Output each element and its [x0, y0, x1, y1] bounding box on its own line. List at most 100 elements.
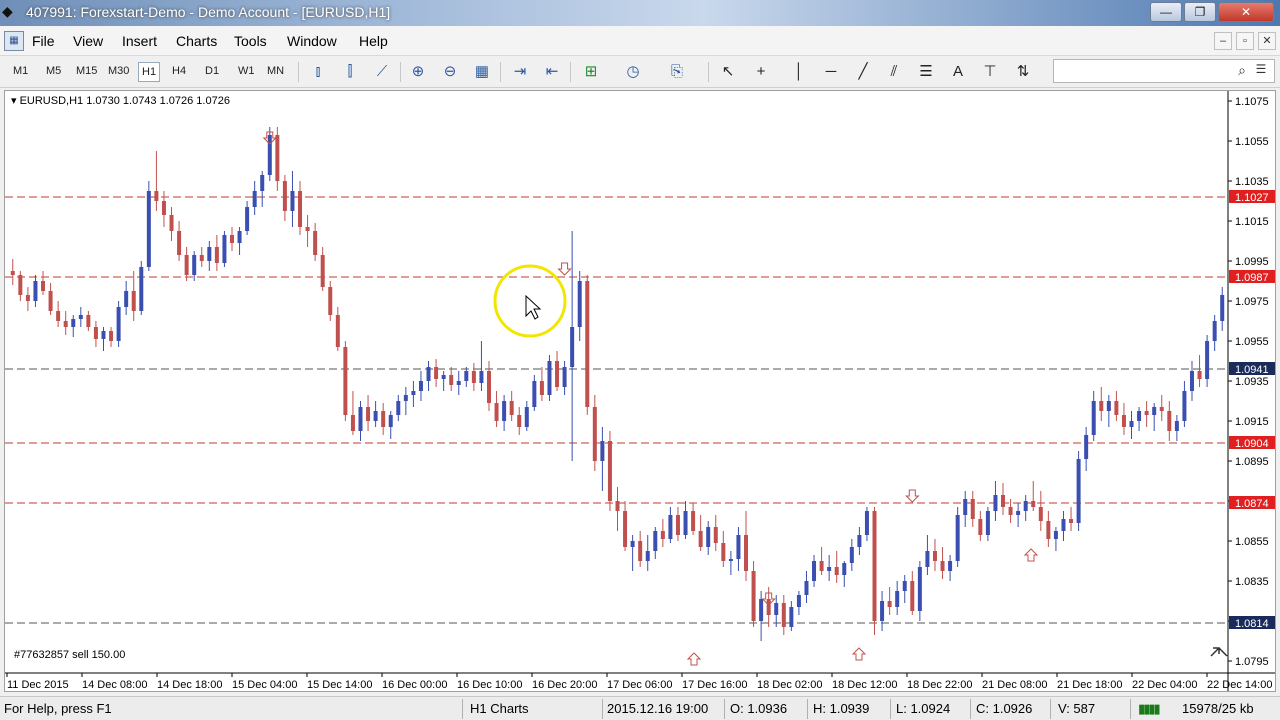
- candle-body: [985, 511, 990, 535]
- menu-tools[interactable]: Tools: [234, 33, 267, 49]
- time-tick-label: 18 Dec 12:00: [832, 679, 897, 691]
- search-box[interactable]: ⌕ ☰: [1053, 59, 1275, 83]
- crosshair-icon[interactable]: +: [750, 62, 772, 82]
- timeframe-w1[interactable]: W1: [238, 65, 255, 77]
- candle-body: [539, 381, 544, 395]
- candle-body: [774, 603, 779, 615]
- candle-body: [819, 561, 824, 571]
- timeframe-mn[interactable]: MN: [267, 65, 284, 77]
- candle-body: [1220, 295, 1225, 321]
- candle-body: [842, 563, 847, 575]
- candle-body: [426, 367, 431, 381]
- time-tick-label: 21 Dec 18:00: [1057, 679, 1122, 691]
- chart-window-icon[interactable]: ▦: [4, 31, 24, 51]
- timeframe-d1[interactable]: D1: [205, 65, 219, 77]
- maximize-button[interactable]: ❐: [1184, 2, 1216, 22]
- candle-body: [1114, 401, 1119, 415]
- search-menu-icon[interactable]: ☰: [1252, 62, 1270, 76]
- menu-charts[interactable]: Charts: [176, 33, 217, 49]
- vertical-line-icon[interactable]: │: [788, 62, 810, 82]
- candlestick-chart[interactable]: 1.1075 1.1055 1.1035 1.1015 1.0995 1.0975 1.09…: [5, 91, 1275, 691]
- candle-body: [237, 231, 242, 243]
- toolbar-separator: [400, 62, 401, 82]
- indicators-icon[interactable]: ⊞: [580, 62, 602, 82]
- text-label-icon[interactable]: ⊤: [979, 62, 1001, 82]
- close-button[interactable]: ✕: [1218, 2, 1274, 22]
- mdi-restore-button[interactable]: ▫: [1236, 32, 1254, 50]
- arrows-icon[interactable]: ⇅: [1012, 62, 1034, 82]
- candle-body: [1182, 391, 1187, 421]
- candle-body: [78, 315, 83, 319]
- mdi-minimize-button[interactable]: –: [1214, 32, 1232, 50]
- candle-body: [388, 415, 393, 427]
- periods-clock-icon[interactable]: ◷: [622, 62, 644, 82]
- text-icon[interactable]: A: [947, 62, 969, 82]
- candle-body: [751, 571, 756, 621]
- candle-body: [381, 411, 386, 427]
- candle-body: [532, 381, 537, 407]
- bar-chart-icon[interactable]: ⫾: [307, 62, 329, 82]
- sell-arrow-icon: [905, 489, 920, 503]
- candle-body: [789, 607, 794, 627]
- auto-scroll-icon[interactable]: ⇥: [509, 62, 531, 82]
- sell-arrow-icon: [557, 262, 572, 276]
- candle-body: [592, 407, 597, 461]
- menu-insert[interactable]: Insert: [122, 33, 157, 49]
- candle-body: [335, 315, 340, 347]
- line-chart-icon[interactable]: ⟋: [371, 62, 393, 82]
- price-tick-label: 1.1035: [1235, 176, 1269, 188]
- mdi-close-button[interactable]: ✕: [1258, 32, 1276, 50]
- buy-arrow-icon: [686, 652, 702, 666]
- timeframe-m30[interactable]: M30: [108, 65, 129, 77]
- tile-windows-icon[interactable]: ▦: [471, 62, 493, 82]
- candle-body: [1053, 531, 1058, 539]
- candle-body: [494, 403, 499, 421]
- minimize-button[interactable]: —: [1150, 2, 1182, 22]
- candle-body: [993, 495, 998, 511]
- timeframe-h1[interactable]: H1: [138, 62, 161, 82]
- horizontal-line-icon[interactable]: ─: [820, 62, 842, 82]
- timeframe-m15[interactable]: M15: [76, 65, 97, 77]
- zoom-in-icon[interactable]: ⊕: [407, 62, 429, 82]
- candle-body: [948, 561, 953, 571]
- menu-window[interactable]: Window: [287, 33, 337, 49]
- menu-file[interactable]: File: [32, 33, 55, 49]
- chart-shift-icon[interactable]: ⇤: [541, 62, 563, 82]
- menu-help[interactable]: Help: [359, 33, 388, 49]
- time-tick-label: 15 Dec 14:00: [307, 679, 372, 691]
- time-tick-label: 22 Dec 14:00: [1207, 679, 1272, 691]
- candle-body: [691, 511, 696, 531]
- candle-body: [827, 567, 832, 571]
- candle-body: [48, 291, 53, 311]
- fibonacci-icon[interactable]: ☰: [915, 62, 937, 82]
- trendline-icon[interactable]: ╱: [852, 62, 874, 82]
- timeframe-m1[interactable]: M1: [13, 65, 28, 77]
- candle-body: [252, 191, 257, 207]
- candle-body: [562, 367, 567, 387]
- equidistant-channel-icon[interactable]: ⫽: [883, 62, 905, 82]
- candle-body: [1076, 459, 1081, 523]
- timeframe-m5[interactable]: M5: [46, 65, 61, 77]
- candle-body: [1084, 435, 1089, 459]
- candle-body: [275, 135, 280, 181]
- zoom-out-icon[interactable]: ⊖: [439, 62, 461, 82]
- candle-body: [1189, 371, 1194, 391]
- price-tick-label: 1.0835: [1235, 576, 1269, 588]
- candle-body: [10, 271, 15, 275]
- menu-view[interactable]: View: [73, 33, 103, 49]
- candle-body: [169, 215, 174, 231]
- candle-body: [486, 371, 491, 403]
- candle-body: [245, 207, 250, 231]
- candle-body: [1144, 411, 1149, 415]
- chart-window[interactable]: 1.1075 1.1055 1.1035 1.1015 1.0995 1.0975 1.09…: [4, 90, 1276, 692]
- search-icon[interactable]: ⌕: [1238, 62, 1246, 79]
- templates-icon[interactable]: ⎘: [666, 62, 688, 82]
- candle-body: [721, 543, 726, 561]
- candle-body: [653, 531, 658, 551]
- app-logo-icon: ◆: [2, 3, 13, 19]
- cursor-arrow-icon[interactable]: ↖: [717, 62, 739, 82]
- buy-arrow-icon: [851, 647, 867, 661]
- status-separator: [1050, 699, 1051, 719]
- candlestick-chart-icon[interactable]: ⫿: [339, 62, 361, 82]
- timeframe-h4[interactable]: H4: [172, 65, 186, 77]
